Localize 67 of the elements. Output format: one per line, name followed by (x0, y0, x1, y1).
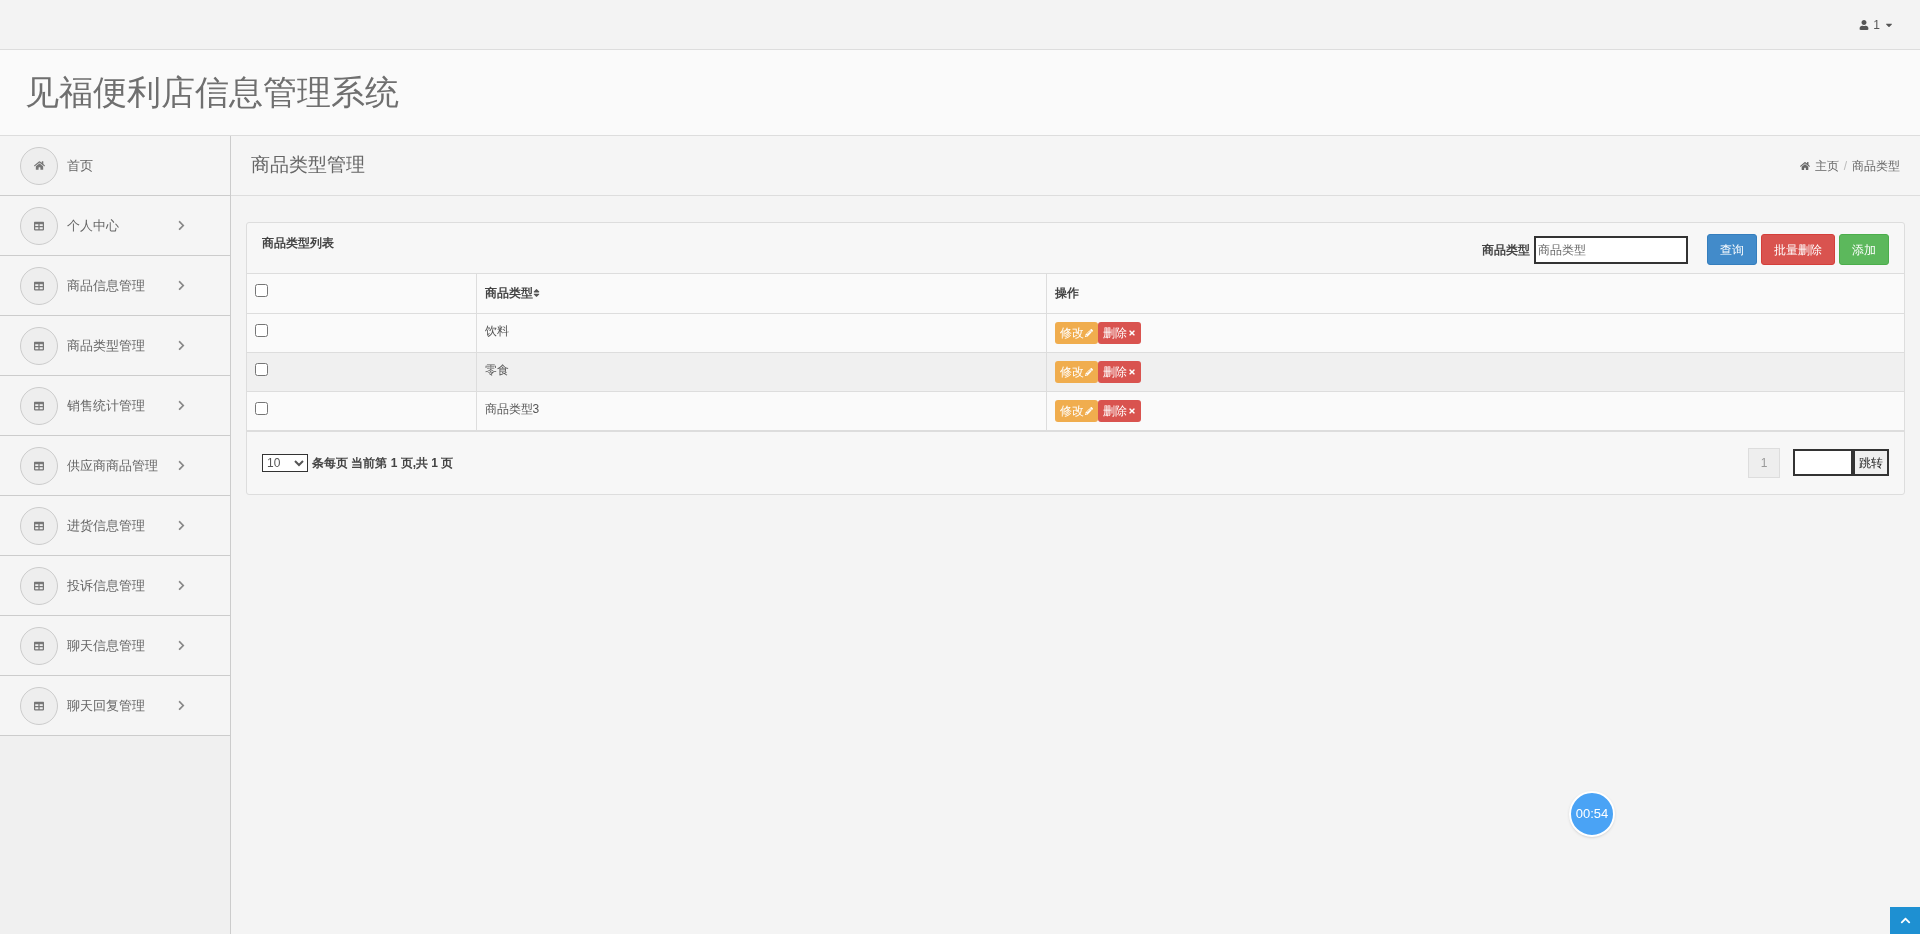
table-icon (34, 700, 44, 711)
app-title: 见福便利店信息管理系统 (25, 72, 399, 113)
sidebar-item[interactable]: 聊天信息管理 (0, 616, 230, 676)
pager-summary: 条每页 当前第 1 页,共 1 页 (312, 454, 454, 472)
pencil-icon (1084, 328, 1093, 337)
chevron-right-icon (177, 700, 186, 711)
action-button[interactable]: 查询 (1707, 234, 1757, 265)
chevron-right-icon (177, 340, 186, 351)
close-icon (1127, 406, 1136, 415)
chevron-right-icon (177, 580, 186, 591)
breadcrumb-link[interactable]: 主页 (1814, 156, 1839, 175)
chevron-right-icon (177, 460, 186, 471)
chevron-right-icon (177, 520, 186, 531)
row-checkbox[interactable] (255, 362, 268, 376)
delete-button[interactable]: 删除 (1097, 399, 1141, 422)
search-field[interactable]: 商品类型 (1534, 235, 1688, 264)
user-menu[interactable]: 1 (1859, 15, 1894, 34)
sidebar-item[interactable]: 销售统计管理 (0, 376, 230, 436)
sidebar-item[interactable]: 商品类型管理 (0, 316, 230, 376)
action-button[interactable]: 批量删除 (1761, 234, 1835, 265)
page-size-select[interactable]: 10 (262, 453, 308, 472)
table-cell: 商品类型3 (476, 391, 1046, 430)
breadcrumb-link[interactable]: 商品类型 (1852, 156, 1900, 175)
sidebar-item[interactable]: 聊天回复管理 (0, 676, 230, 736)
sidebar-item[interactable]: 商品信息管理 (0, 256, 230, 316)
table-icon (34, 520, 44, 531)
chevron-right-icon (177, 640, 186, 651)
user-icon (1859, 19, 1870, 30)
delete-button[interactable]: 删除 (1097, 321, 1141, 344)
close-icon (1127, 367, 1136, 376)
chevron-right-icon (177, 280, 186, 291)
sidebar-item[interactable]: 个人中心 (0, 196, 230, 256)
sidebar-item[interactable]: 投诉信息管理 (0, 556, 230, 616)
sidebar-item[interactable]: 首页 (0, 136, 230, 196)
column-header[interactable]: 商品类型 (484, 284, 533, 303)
home-icon (33, 160, 45, 171)
close-icon (1127, 328, 1136, 337)
table-icon (34, 220, 44, 231)
breadcrumb-separator: / (1843, 157, 1847, 175)
pencil-icon (1084, 367, 1093, 376)
column-header: 操作 (1054, 286, 1079, 301)
table-icon (34, 400, 44, 411)
panel-title: 商品类型列表 (262, 235, 334, 252)
table-cell: 饮料 (476, 313, 1046, 352)
chevron-right-icon (177, 220, 186, 231)
search-label: 商品类型 (1482, 241, 1530, 259)
home-icon (1799, 160, 1810, 171)
table-icon (34, 460, 44, 471)
row-checkbox[interactable] (255, 401, 268, 415)
pencil-icon (1084, 406, 1093, 415)
page-title: 商品类型管理 (251, 153, 365, 178)
table-icon (34, 580, 44, 591)
table-icon (34, 340, 44, 351)
table-icon (34, 280, 44, 291)
chevron-up-icon (1899, 915, 1911, 926)
sort-icon (532, 288, 540, 299)
table-cell: 零食 (476, 352, 1046, 391)
page-jump-field[interactable] (1793, 449, 1853, 476)
delete-button[interactable]: 删除 (1097, 360, 1141, 383)
jump-button[interactable]: 跳转 (1853, 449, 1889, 476)
chevron-right-icon (177, 400, 186, 411)
timer-badge: 00:54 (1569, 791, 1615, 837)
row-checkbox[interactable] (255, 323, 268, 337)
sidebar-item[interactable]: 进货信息管理 (0, 496, 230, 556)
table-icon (34, 640, 44, 651)
sidebar-item[interactable]: 供应商商品管理 (0, 436, 230, 496)
select-all-checkbox[interactable] (255, 284, 268, 298)
